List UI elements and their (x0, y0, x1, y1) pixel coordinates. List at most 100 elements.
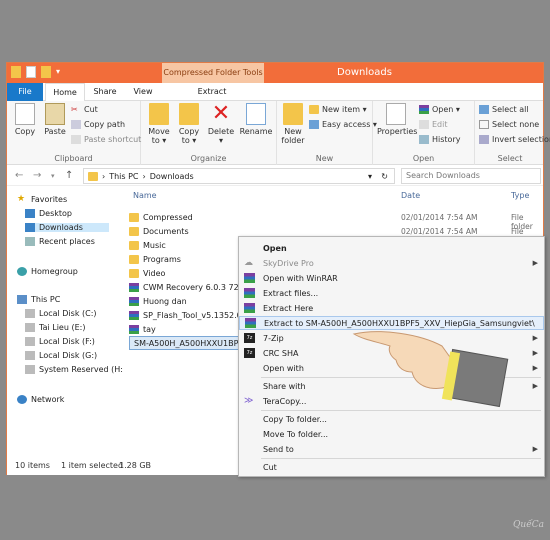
nav-downloads[interactable]: Downloads (25, 223, 109, 232)
new-folder-icon[interactable] (41, 66, 51, 78)
menu-item-send-to[interactable]: Send to ▶ (239, 442, 544, 456)
tab-view[interactable]: View (125, 83, 161, 101)
menu-item-open-winrar[interactable]: Open with WinRAR (239, 271, 544, 285)
list-item[interactable]: tay (129, 322, 156, 336)
ribbon: Copy Paste ✂ Cut Copy path Paste shortcut… (7, 101, 550, 165)
tab-file[interactable]: File (7, 83, 43, 101)
copy-path-button[interactable]: Copy path (71, 120, 125, 129)
list-item[interactable]: SP_Flash_Tool_v5.1352.01 (129, 308, 247, 322)
title-bar: ▾ Compressed Folder Tools Downloads (7, 63, 543, 83)
menu-item-move-to-folder[interactable]: Move To folder... (239, 427, 544, 441)
invert-selection-icon (479, 135, 489, 144)
chevron-down-icon[interactable]: ▾ (56, 66, 66, 78)
breadcrumb[interactable]: › This PC › Downloads ▾ ↻ (83, 168, 395, 184)
nav-system-reserved[interactable]: System Reserved (H: (25, 365, 123, 374)
breadcrumb-downloads[interactable]: Downloads (150, 172, 194, 181)
breadcrumb-this-pc[interactable]: This PC (109, 172, 138, 181)
copy-folder-icon (179, 103, 199, 125)
recent-places-icon (25, 237, 35, 246)
select-none-icon (479, 120, 489, 129)
back-arrow-icon[interactable]: ← (15, 170, 23, 181)
easy-access-button[interactable]: Easy access ▾ (309, 120, 377, 129)
downloads-icon (25, 223, 35, 232)
list-item[interactable]: Huong dan (129, 294, 187, 308)
list-item[interactable]: CWM Recovery 6.0.3 7270 (129, 280, 249, 294)
open-button[interactable]: Open ▾ (419, 105, 460, 114)
copy-icon (15, 103, 35, 125)
nav-favorites[interactable]: ★ Favorites (17, 195, 67, 205)
nav-homegroup[interactable]: Homegroup (17, 267, 78, 276)
list-item-selected[interactable]: SM-A500H_A500HXXU1BPF5 (129, 336, 243, 350)
homegroup-icon (17, 267, 27, 276)
select-all-button[interactable]: Select all (479, 105, 529, 114)
menu-item-skydrive[interactable]: ☁ SkyDrive Pro ▶ (239, 256, 544, 270)
properties-button[interactable]: Properties (377, 103, 417, 136)
copy-button[interactable]: Copy (11, 103, 39, 136)
forward-arrow-icon[interactable]: → (33, 170, 41, 181)
tab-share[interactable]: Share (87, 83, 123, 101)
move-to-button[interactable]: Move to ▾ (145, 103, 173, 145)
context-tab-compressed: Compressed Folder Tools (162, 63, 264, 83)
nav-network[interactable]: Network (17, 395, 64, 404)
column-header-name[interactable]: Name (133, 191, 157, 200)
winrar-icon (129, 324, 139, 334)
new-item-button[interactable]: New item ▾ (309, 105, 367, 114)
history-button[interactable]: History (419, 135, 460, 144)
menu-item-extract-files[interactable]: Extract files... (239, 286, 544, 300)
folder-icon (129, 240, 139, 250)
submenu-arrow-icon: ▶ (532, 445, 538, 453)
organize-group-label: Organize (190, 154, 227, 163)
nav-desktop[interactable]: Desktop (25, 209, 72, 218)
menu-item-cut[interactable]: Cut (239, 460, 544, 474)
recent-chevron-icon[interactable]: ▾ (51, 172, 55, 180)
cut-button[interactable]: ✂ Cut (71, 105, 98, 114)
delete-button[interactable]: ✕ Delete ▾ (207, 101, 235, 146)
scissors-icon: ✂ (71, 105, 78, 114)
refresh-icon[interactable]: ↻ (381, 172, 388, 181)
nav-disk-c[interactable]: Local Disk (C:) (25, 309, 97, 318)
folder-icon (129, 212, 139, 222)
edit-button[interactable]: Edit (419, 120, 448, 129)
folder-icon[interactable] (11, 66, 21, 78)
column-header-type[interactable]: Type (511, 191, 529, 200)
nav-recent-places[interactable]: Recent places (25, 237, 95, 246)
nav-this-pc[interactable]: This PC (17, 295, 60, 304)
winrar-icon (129, 310, 139, 320)
new-folder-button[interactable]: New folder (279, 103, 307, 145)
menu-item-extract-here[interactable]: Extract Here (239, 301, 544, 315)
nav-disk-g[interactable]: Local Disk (G:) (25, 351, 97, 360)
search-input[interactable]: Search Downloads (401, 168, 541, 184)
column-header-date[interactable]: Date (401, 191, 420, 200)
nav-disk-f[interactable]: Local Disk (F:) (25, 337, 95, 346)
paste-shortcut-button[interactable]: Paste shortcut (71, 135, 141, 144)
organize-group: Move to ▾ Copy to ▾ ✕ Delete ▾ Rename Orga… (141, 101, 277, 165)
paste-button[interactable]: Paste (41, 103, 69, 136)
copy-to-button[interactable]: Copy to ▾ (175, 103, 203, 145)
invert-selection-button[interactable]: Invert selection (479, 135, 550, 144)
list-item[interactable]: Documents (129, 224, 189, 238)
window-title: Downloads (337, 67, 392, 78)
7zip-icon: 7z (244, 348, 255, 358)
submenu-arrow-icon: ▶ (532, 334, 538, 342)
delete-x-icon: ✕ (211, 101, 231, 126)
list-item[interactable]: Video (129, 266, 165, 280)
list-item[interactable]: Compressed (129, 210, 193, 224)
quick-access-toolbar: ▾ (11, 66, 66, 78)
select-none-button[interactable]: Select none (479, 120, 539, 129)
rename-button[interactable]: Rename (239, 103, 273, 136)
copy-path-icon (71, 120, 81, 129)
tab-extract[interactable]: Extract (177, 83, 247, 101)
select-group-label: Select (497, 154, 523, 163)
select-all-icon (479, 105, 489, 114)
folder-icon (129, 226, 139, 236)
list-item[interactable]: Music (129, 238, 166, 252)
properties-icon[interactable] (26, 66, 36, 78)
chevron-down-icon[interactable]: ▾ (368, 172, 372, 181)
nav-disk-e[interactable]: Tai Lieu (E:) (25, 323, 85, 332)
up-arrow-icon[interactable]: ↑ (65, 170, 73, 181)
tab-home[interactable]: Home (45, 83, 85, 101)
list-item[interactable]: Programs (129, 252, 181, 266)
move-folder-icon (149, 103, 169, 125)
menu-item-open[interactable]: Open (239, 241, 544, 255)
selection-count: 1 item selected (61, 461, 124, 470)
